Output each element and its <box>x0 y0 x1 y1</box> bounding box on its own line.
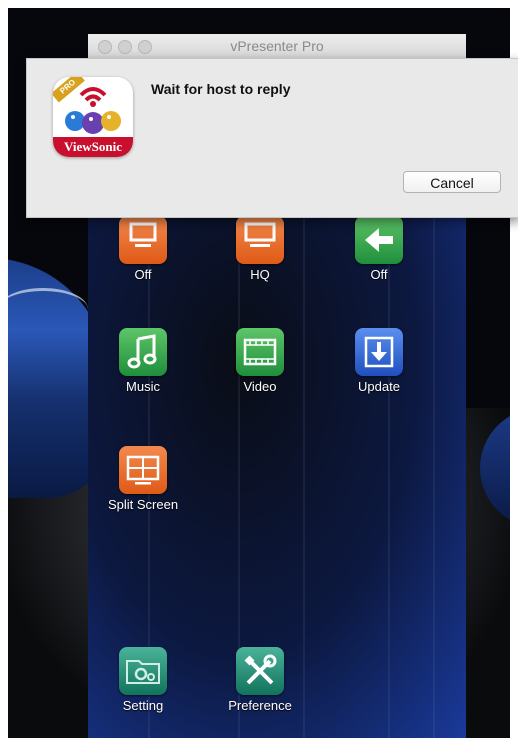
download-icon <box>355 328 403 376</box>
app-icon: PRO ViewSonic <box>53 77 133 157</box>
tile-label: HQ <box>250 267 270 282</box>
dialog-message: Wait for host to reply <box>151 81 291 97</box>
car-highlight <box>8 288 88 331</box>
split-screen-icon <box>119 446 167 494</box>
tile-label: Split Screen <box>107 497 179 512</box>
film-strip-icon <box>236 328 284 376</box>
brand-label: ViewSonic <box>53 137 133 157</box>
folder-gear-icon <box>119 647 167 695</box>
arrow-toggle-icon <box>355 216 403 264</box>
display-off-icon <box>119 216 167 264</box>
music-note-icon <box>119 328 167 376</box>
tools-icon <box>236 647 284 695</box>
wait-dialog: PRO ViewSonic Wait for host to reply Can… <box>26 58 518 218</box>
tile-label: Off <box>134 267 152 282</box>
tile-label: Off <box>370 267 388 282</box>
tile-video[interactable]: Video <box>205 328 315 394</box>
window-titlebar[interactable]: vPresenter Pro <box>88 34 466 59</box>
cancel-button[interactable]: Cancel <box>403 171 501 193</box>
tile-music[interactable]: Music <box>88 328 198 394</box>
tile-label: Update <box>358 379 400 394</box>
tile-update[interactable]: Update <box>324 328 434 394</box>
tile-label: Setting <box>122 698 164 713</box>
tile-preference[interactable]: Preference <box>205 647 315 713</box>
tile-setting[interactable]: Setting <box>88 647 198 713</box>
tile-label: Video <box>243 379 277 394</box>
tile-split-screen[interactable]: Split Screen <box>88 446 198 512</box>
tile-label: Preference <box>228 698 292 713</box>
window-title: vPresenter Pro <box>230 38 324 54</box>
tile-display-off[interactable]: Off <box>88 216 198 282</box>
monitor-hq-icon <box>236 216 284 264</box>
tile-toggle-off[interactable]: Off <box>324 216 434 282</box>
tile-label: Music <box>126 379 160 394</box>
tile-hq[interactable]: HQ <box>205 216 315 282</box>
